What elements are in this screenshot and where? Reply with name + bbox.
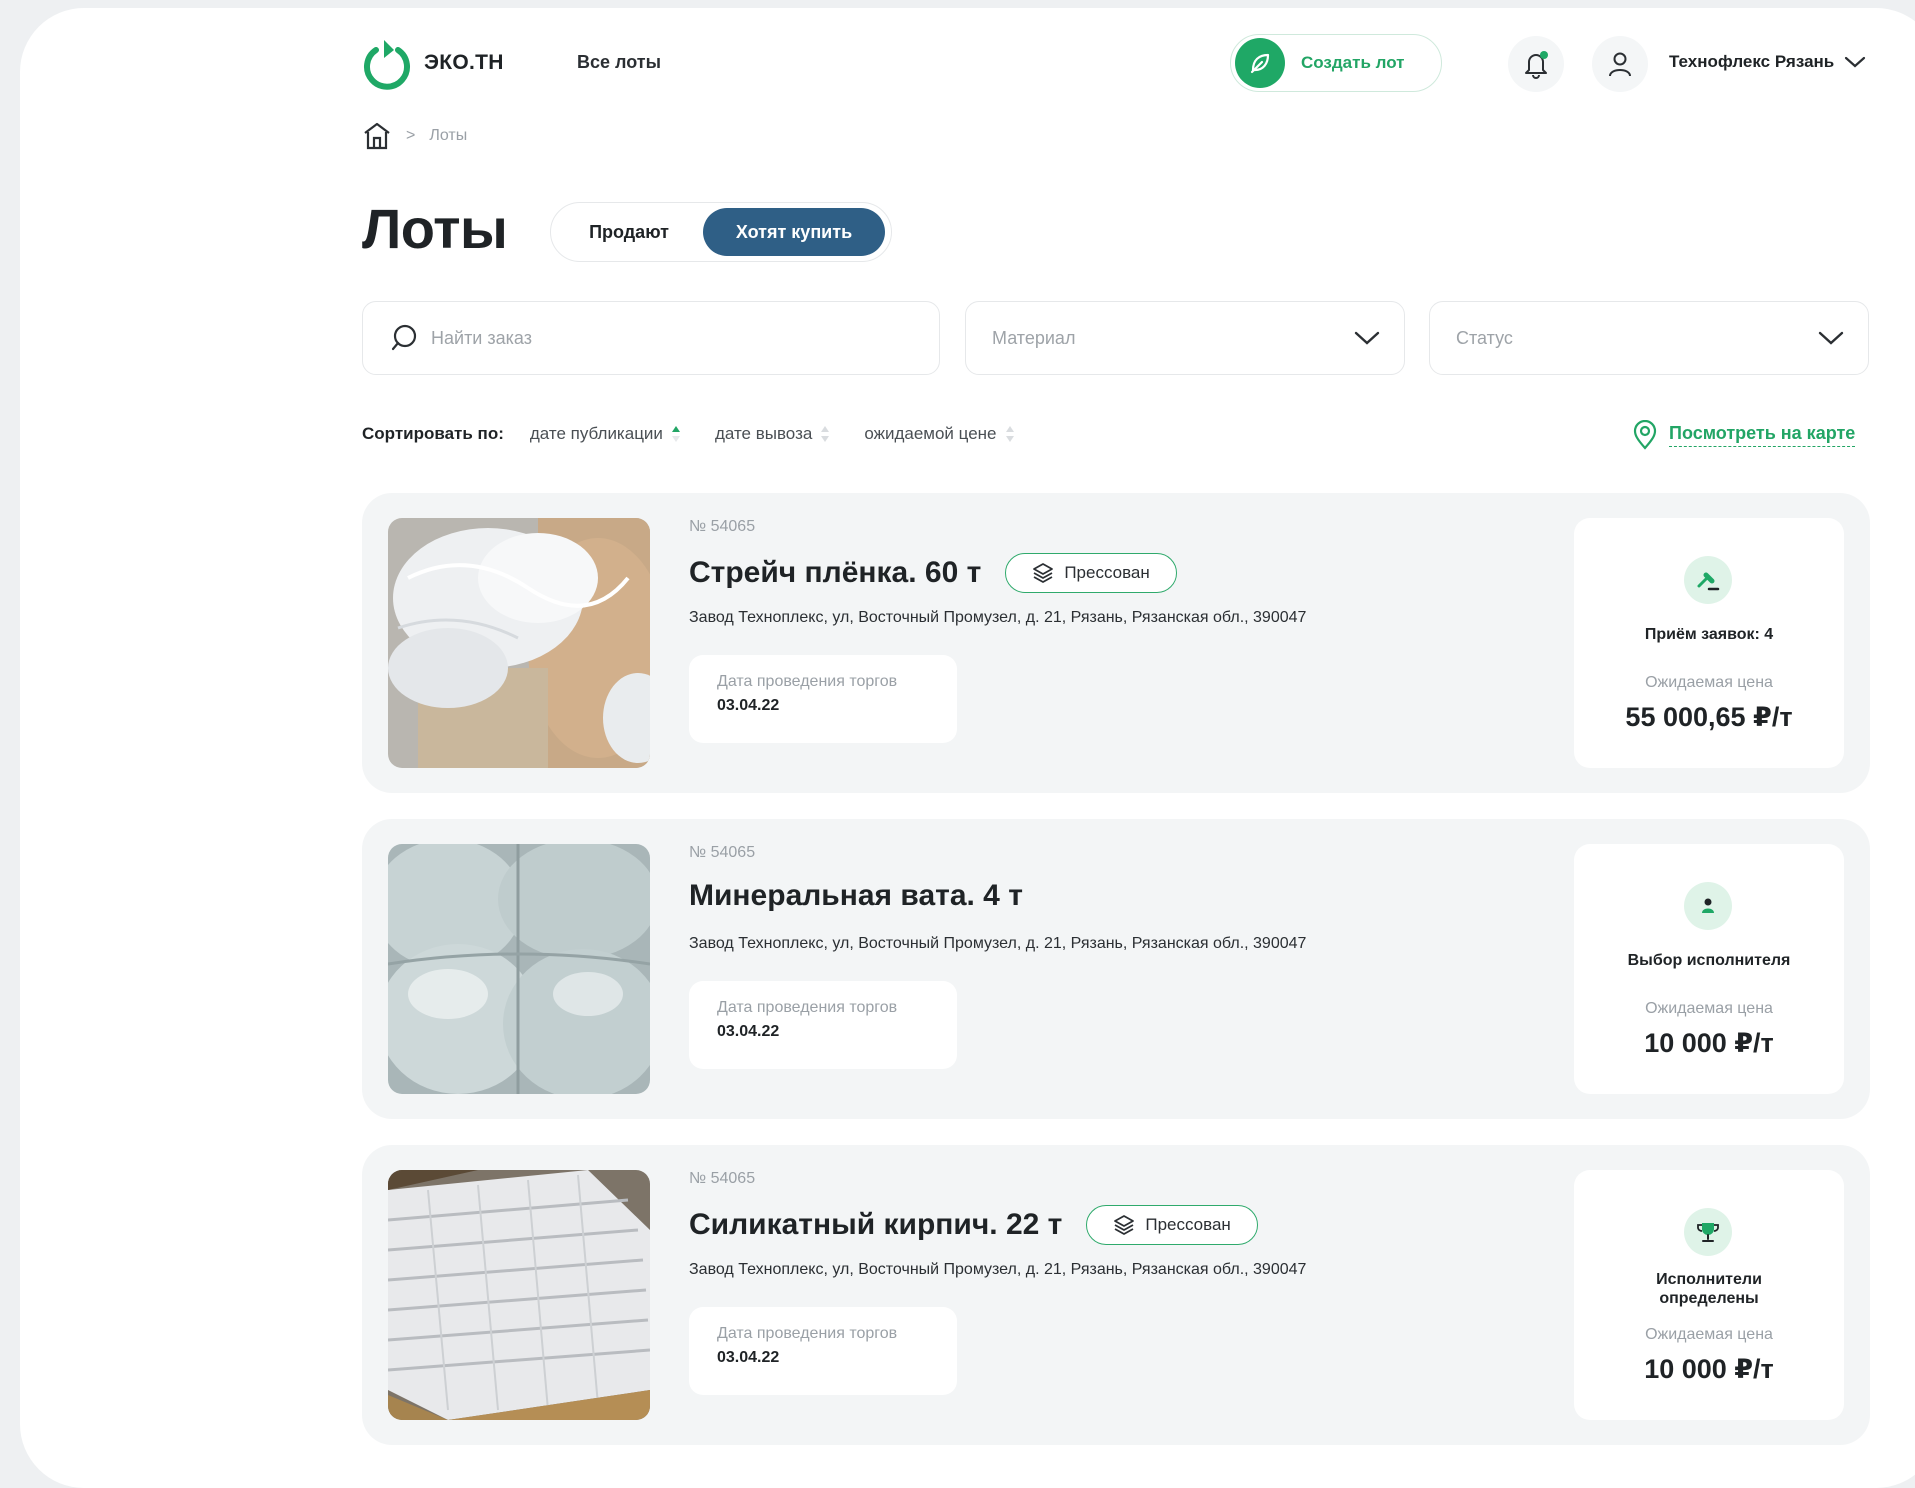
pressed-badge-label: Прессован [1145,1215,1231,1234]
toggle-buy[interactable]: Хотят купить [703,208,885,256]
lot-status-panel: Выбор исполнителя Ожидаемая цена 10 000 … [1574,844,1844,1094]
lot-card[interactable]: № 54065 Минеральная вата. 4 т Завод Техн… [362,819,1870,1119]
create-lot-button[interactable]: Создать лот [1230,34,1442,92]
nav-all-lots[interactable]: Все лоты [577,52,661,73]
pressed-badge-label: Прессован [1064,563,1150,582]
auction-date-value: 03.04.22 [717,697,780,714]
material-select[interactable]: Материал [965,301,1405,375]
map-pin-icon [1633,420,1657,450]
chevron-down-icon [1818,331,1844,345]
logo-text: ЭКО.ТН [424,51,504,74]
lot-number: № 54065 [689,844,756,861]
lot-status: Выбор исполнителя [1627,952,1791,969]
sort-label: Сортировать по: [362,424,504,443]
sort-by-publication[interactable]: дате публикации [530,424,681,444]
view-on-map-label: Посмотреть на карте [1669,423,1856,447]
leaf-icon [1235,38,1285,88]
lot-status-panel: Исполнители определены Ожидаемая цена 10… [1574,1170,1844,1420]
price-value: 10 000 ₽/т [1644,1028,1774,1058]
lot-image [388,844,650,1094]
sort-arrows-icon [671,426,680,442]
auction-date: Дата проведения торгов 03.04.22 [689,981,957,1069]
lot-card[interactable]: № 54065 Силикатный кирпич. 22 т Прессова… [362,1145,1870,1445]
auction-date: Дата проведения торгов 03.04.22 [689,1307,957,1395]
trophy-icon [1684,1208,1732,1256]
auction-date-value: 03.04.22 [717,1349,780,1366]
user-icon [1609,52,1631,77]
lot-address: Завод Техноплекс, ул, Восточный Промузел… [689,609,1307,626]
toggle-sell[interactable]: Продают [555,208,703,256]
price-label: Ожидаемая цена [1645,1326,1773,1343]
chevron-down-icon [1354,331,1380,345]
layers-icon [1114,1215,1135,1235]
lot-status-line-2: определены [1659,1290,1759,1307]
logo-icon [364,40,410,90]
logo[interactable]: ЭКО.ТН [362,36,504,90]
user-menu[interactable]: Технофлекс Рязань [1669,52,1866,72]
sort-arrows-icon [1005,426,1014,442]
lot-status-line-1: Исполнители [1656,1271,1762,1288]
lot-status: Исполнители определены [1574,1270,1844,1308]
material-placeholder: Материал [992,327,1076,348]
page-title: Лоты [362,197,508,260]
pressed-badge: Прессован [1005,553,1177,593]
home-icon[interactable] [362,121,392,151]
lot-status: Приём заявок: 4 [1644,626,1774,643]
avatar[interactable] [1592,36,1648,92]
user-name: Технофлекс Рязань [1669,52,1835,71]
lot-title: Силикатный кирпич. 22 т [689,1208,1063,1241]
status-placeholder: Статус [1456,327,1513,348]
price-label: Ожидаемая цена [1645,1000,1773,1017]
sort-by-pickup-date[interactable]: дате вывоза [715,424,830,444]
auction-hammer-icon [1684,556,1732,604]
lot-type-toggle: Продают Хотят купить [550,202,892,262]
lot-number: № 54065 [689,518,756,535]
pressed-badge: Прессован [1086,1205,1258,1245]
auction-date: Дата проведения торгов 03.04.22 [689,655,957,743]
price-label: Ожидаемая цена [1645,674,1773,691]
search-input[interactable]: Найти заказ [362,301,940,375]
lot-title: Стрейч плёнка. 60 т [689,556,982,589]
breadcrumb-current: Лоты [429,127,468,144]
auction-date-value: 03.04.22 [717,1023,780,1040]
lot-image [388,1170,650,1420]
auction-date-label: Дата проведения торгов [717,999,898,1016]
person-icon [1684,882,1732,930]
sort-option-label: дате вывоза [714,424,813,443]
sort-by-price[interactable]: ожидаемой цене [864,424,1014,444]
price-value: 55 000,65 ₽/т [1625,702,1793,732]
lot-number: № 54065 [689,1170,756,1187]
lot-title: Минеральная вата. 4 т [689,879,1023,912]
lot-card[interactable]: № 54065 Стрейч плёнка. 60 т Прессован За… [362,493,1870,793]
auction-date-label: Дата проведения торгов [717,673,898,690]
auction-date-label: Дата проведения торгов [717,1325,898,1342]
lot-status-panel: Приём заявок: 4 Ожидаемая цена 55 000,65… [1574,518,1844,768]
price-value: 10 000 ₽/т [1644,1354,1774,1384]
search-icon [391,324,417,351]
sort-option-label: дате публикации [529,424,663,443]
breadcrumb-separator: > [406,127,416,144]
breadcrumb: > Лоты [362,121,467,151]
lot-image [388,518,650,768]
bell-icon [1525,51,1548,79]
sort-option-label: ожидаемой цене [864,424,997,443]
status-select[interactable]: Статус [1429,301,1869,375]
lot-address: Завод Техноплекс, ул, Восточный Промузел… [689,1261,1307,1278]
lot-address: Завод Техноплекс, ул, Восточный Промузел… [689,935,1307,952]
search-placeholder: Найти заказ [431,327,532,348]
notifications-button[interactable] [1508,36,1564,92]
view-on-map-link[interactable]: Посмотреть на карте [1633,420,1856,450]
sort-bar: Сортировать по: дате публикации дате выв… [362,424,1049,444]
chevron-down-icon [1845,56,1866,68]
layers-icon [1033,563,1054,583]
sort-arrows-icon [821,426,830,442]
create-lot-label: Создать лот [1301,53,1405,72]
